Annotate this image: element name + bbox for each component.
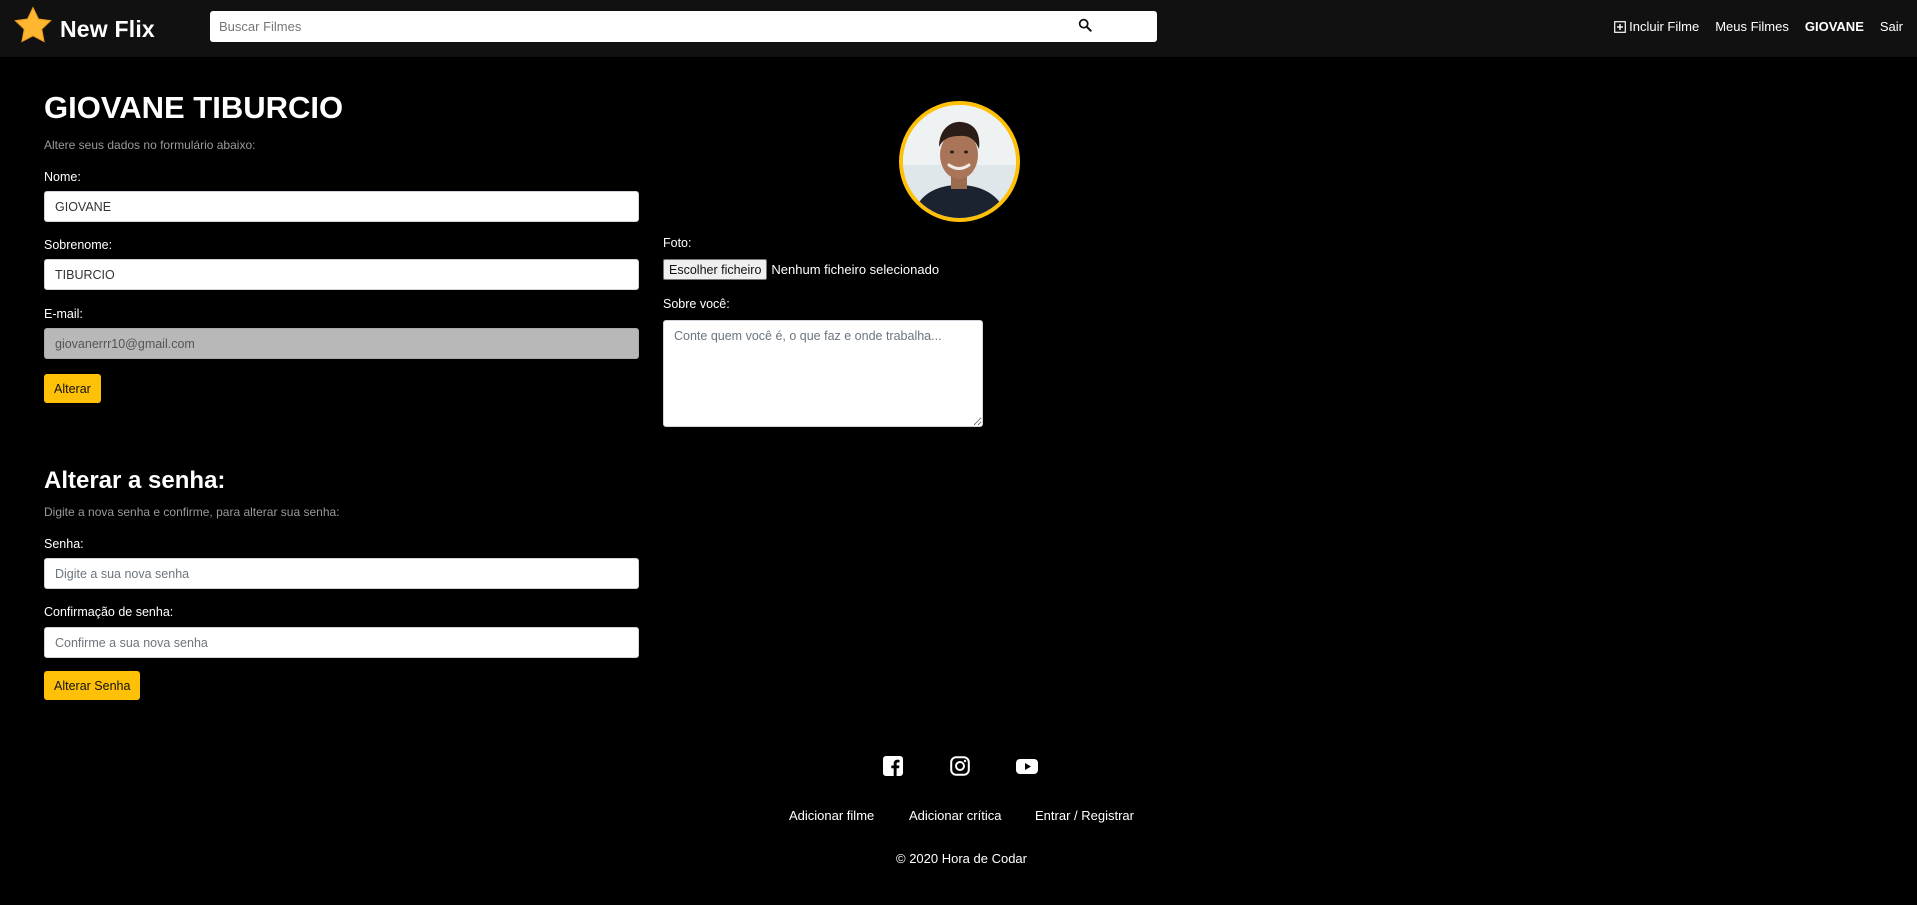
profile-photo bbox=[903, 105, 1016, 218]
nav-my-movies-link[interactable]: Meus Filmes bbox=[1715, 19, 1789, 34]
nav-add-movie-label: Incluir Filme bbox=[1629, 19, 1700, 34]
about-label: Sobre você: bbox=[663, 297, 730, 311]
youtube-icon[interactable] bbox=[1016, 756, 1038, 776]
about-textarea[interactable] bbox=[663, 320, 983, 427]
nav-user-link[interactable]: GIOVANE bbox=[1805, 19, 1864, 34]
last-name-input[interactable] bbox=[44, 259, 639, 290]
plus-square-icon bbox=[1614, 20, 1627, 33]
update-profile-button[interactable]: Alterar bbox=[44, 374, 101, 403]
password-section-title: Alterar a senha: bbox=[44, 467, 226, 494]
password-subtitle: Digite a nova senha e confirme, para alt… bbox=[44, 505, 340, 519]
email-label: E-mail: bbox=[44, 307, 83, 321]
nav-links: Incluir Filme Meus Filmes GIOVANE Sair bbox=[1614, 19, 1903, 34]
last-name-label: Sobrenome: bbox=[44, 238, 113, 252]
password-input[interactable] bbox=[44, 558, 639, 589]
navbar: New Flix Incluir Filme Meus Filmes GIOVA… bbox=[0, 0, 1917, 57]
profile-subtitle: Altere seus dados no formulário abaixo: bbox=[44, 138, 256, 152]
first-name-label: Nome: bbox=[44, 170, 81, 184]
update-password-button[interactable]: Alterar Senha bbox=[44, 671, 141, 700]
email-input bbox=[44, 328, 639, 359]
nav-logout-link[interactable]: Sair bbox=[1880, 19, 1903, 34]
search-input[interactable] bbox=[219, 11, 1069, 42]
search-bar bbox=[210, 11, 1157, 42]
star-icon bbox=[14, 6, 52, 43]
file-status: Nenhum ficheiro selecionado bbox=[771, 262, 940, 277]
instagram-icon[interactable] bbox=[950, 756, 970, 776]
avatar bbox=[899, 101, 1020, 222]
nav-add-movie-link[interactable]: Incluir Filme bbox=[1614, 19, 1699, 34]
footer-link-add-review[interactable]: Adicionar crítica bbox=[909, 808, 1001, 823]
brand-logo[interactable]: New Flix bbox=[12, 5, 155, 47]
photo-label: Foto: bbox=[663, 236, 692, 250]
choose-file-button[interactable]: Escolher ficheiro bbox=[663, 259, 768, 280]
first-name-input[interactable] bbox=[44, 191, 639, 222]
profile-title: GIOVANE TIBURCIO bbox=[44, 90, 344, 125]
search-icon[interactable] bbox=[1078, 18, 1092, 32]
confirm-password-input[interactable] bbox=[44, 627, 639, 658]
password-label: Senha: bbox=[44, 537, 84, 551]
footer-link-add-movie[interactable]: Adicionar filme bbox=[789, 808, 874, 823]
footer-link-login[interactable]: Entrar / Registrar bbox=[1035, 808, 1134, 823]
brand-name: New Flix bbox=[60, 15, 155, 42]
file-picker: Escolher ficheiro Nenhum ficheiro seleci… bbox=[663, 259, 939, 280]
confirm-password-label: Confirmação de senha: bbox=[44, 605, 174, 619]
facebook-icon[interactable] bbox=[883, 756, 903, 776]
copyright-text: © 2020 Hora de Codar bbox=[896, 851, 1027, 866]
